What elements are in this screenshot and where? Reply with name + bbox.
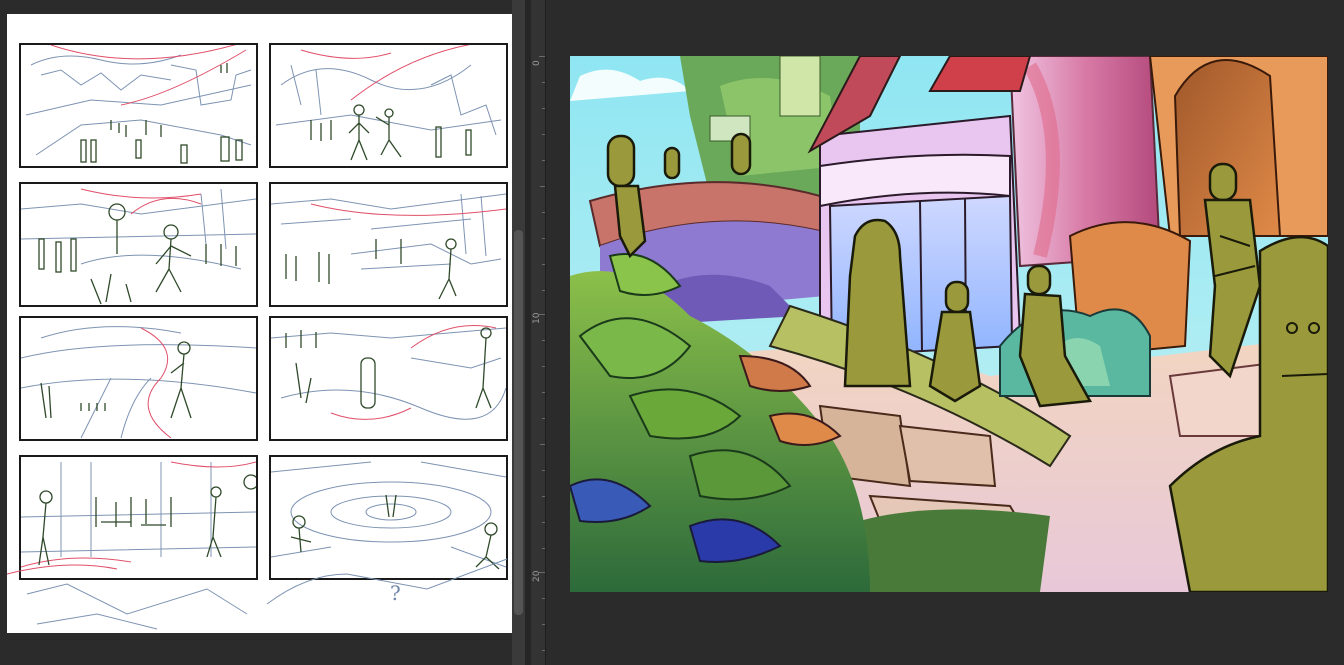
vertical-ruler: 0 10 20	[531, 0, 546, 665]
ruler-tick	[542, 160, 545, 161]
ruler-tick	[542, 340, 545, 341]
panel-3-sketch	[21, 188, 256, 305]
panel-2-sketch	[275, 45, 502, 161]
ruler-tick	[542, 418, 545, 419]
sketch-question-mark: ?	[390, 581, 401, 605]
thumbnail-panel-4[interactable]	[269, 182, 508, 307]
ruler-tick	[542, 290, 545, 291]
ruler-tick	[542, 264, 545, 265]
right-canvas-view[interactable]	[546, 0, 1344, 665]
sketch-sheet[interactable]: ?	[7, 14, 512, 633]
thumbnail-panel-1[interactable]	[19, 43, 258, 168]
illustration-artwork[interactable]	[570, 56, 1328, 592]
ruler-tick	[539, 314, 545, 315]
ruler-tick	[542, 624, 545, 625]
panel-6-sketch	[271, 325, 506, 420]
ruler-tick	[542, 134, 545, 135]
ruler-tick	[542, 212, 545, 213]
ruler-tick	[542, 238, 545, 239]
panel-7-sketch	[21, 461, 256, 568]
illustration-scene	[570, 56, 1328, 592]
ruler-tick	[540, 186, 545, 187]
ruler-tick	[542, 392, 545, 393]
ruler-tick	[542, 522, 545, 523]
panel-4-sketch	[271, 193, 506, 300]
panel-8-sketch	[271, 461, 506, 570]
ruler-tick	[539, 56, 545, 57]
thumbnail-panel-7[interactable]	[19, 455, 258, 580]
ruler-tick	[539, 572, 545, 573]
ruler-tick	[542, 598, 545, 599]
panel-1-sketch	[25, 45, 252, 164]
scrollbar-thumb[interactable]	[514, 230, 523, 615]
left-canvas-view[interactable]: ?	[0, 0, 512, 665]
thumbnail-panel-8[interactable]	[269, 455, 508, 580]
thumbnail-panel-3[interactable]	[19, 182, 258, 307]
thumbnail-panel-6[interactable]	[269, 316, 508, 441]
ruler-tick	[542, 470, 545, 471]
ruler-tick	[542, 496, 545, 497]
ruler-tick	[540, 444, 545, 445]
thumbnail-panel-2[interactable]	[269, 43, 508, 168]
ruler-tick	[542, 366, 545, 367]
panel-5-sketch	[21, 326, 256, 439]
vertical-scrollbar[interactable]	[512, 0, 525, 665]
ruler-tick	[542, 650, 545, 651]
ruler-tick	[542, 108, 545, 109]
ruler-tick	[542, 548, 545, 549]
ruler-tick	[542, 82, 545, 83]
thumbnail-panel-5[interactable]	[19, 316, 258, 441]
ruler-label-0: 0	[532, 60, 542, 66]
